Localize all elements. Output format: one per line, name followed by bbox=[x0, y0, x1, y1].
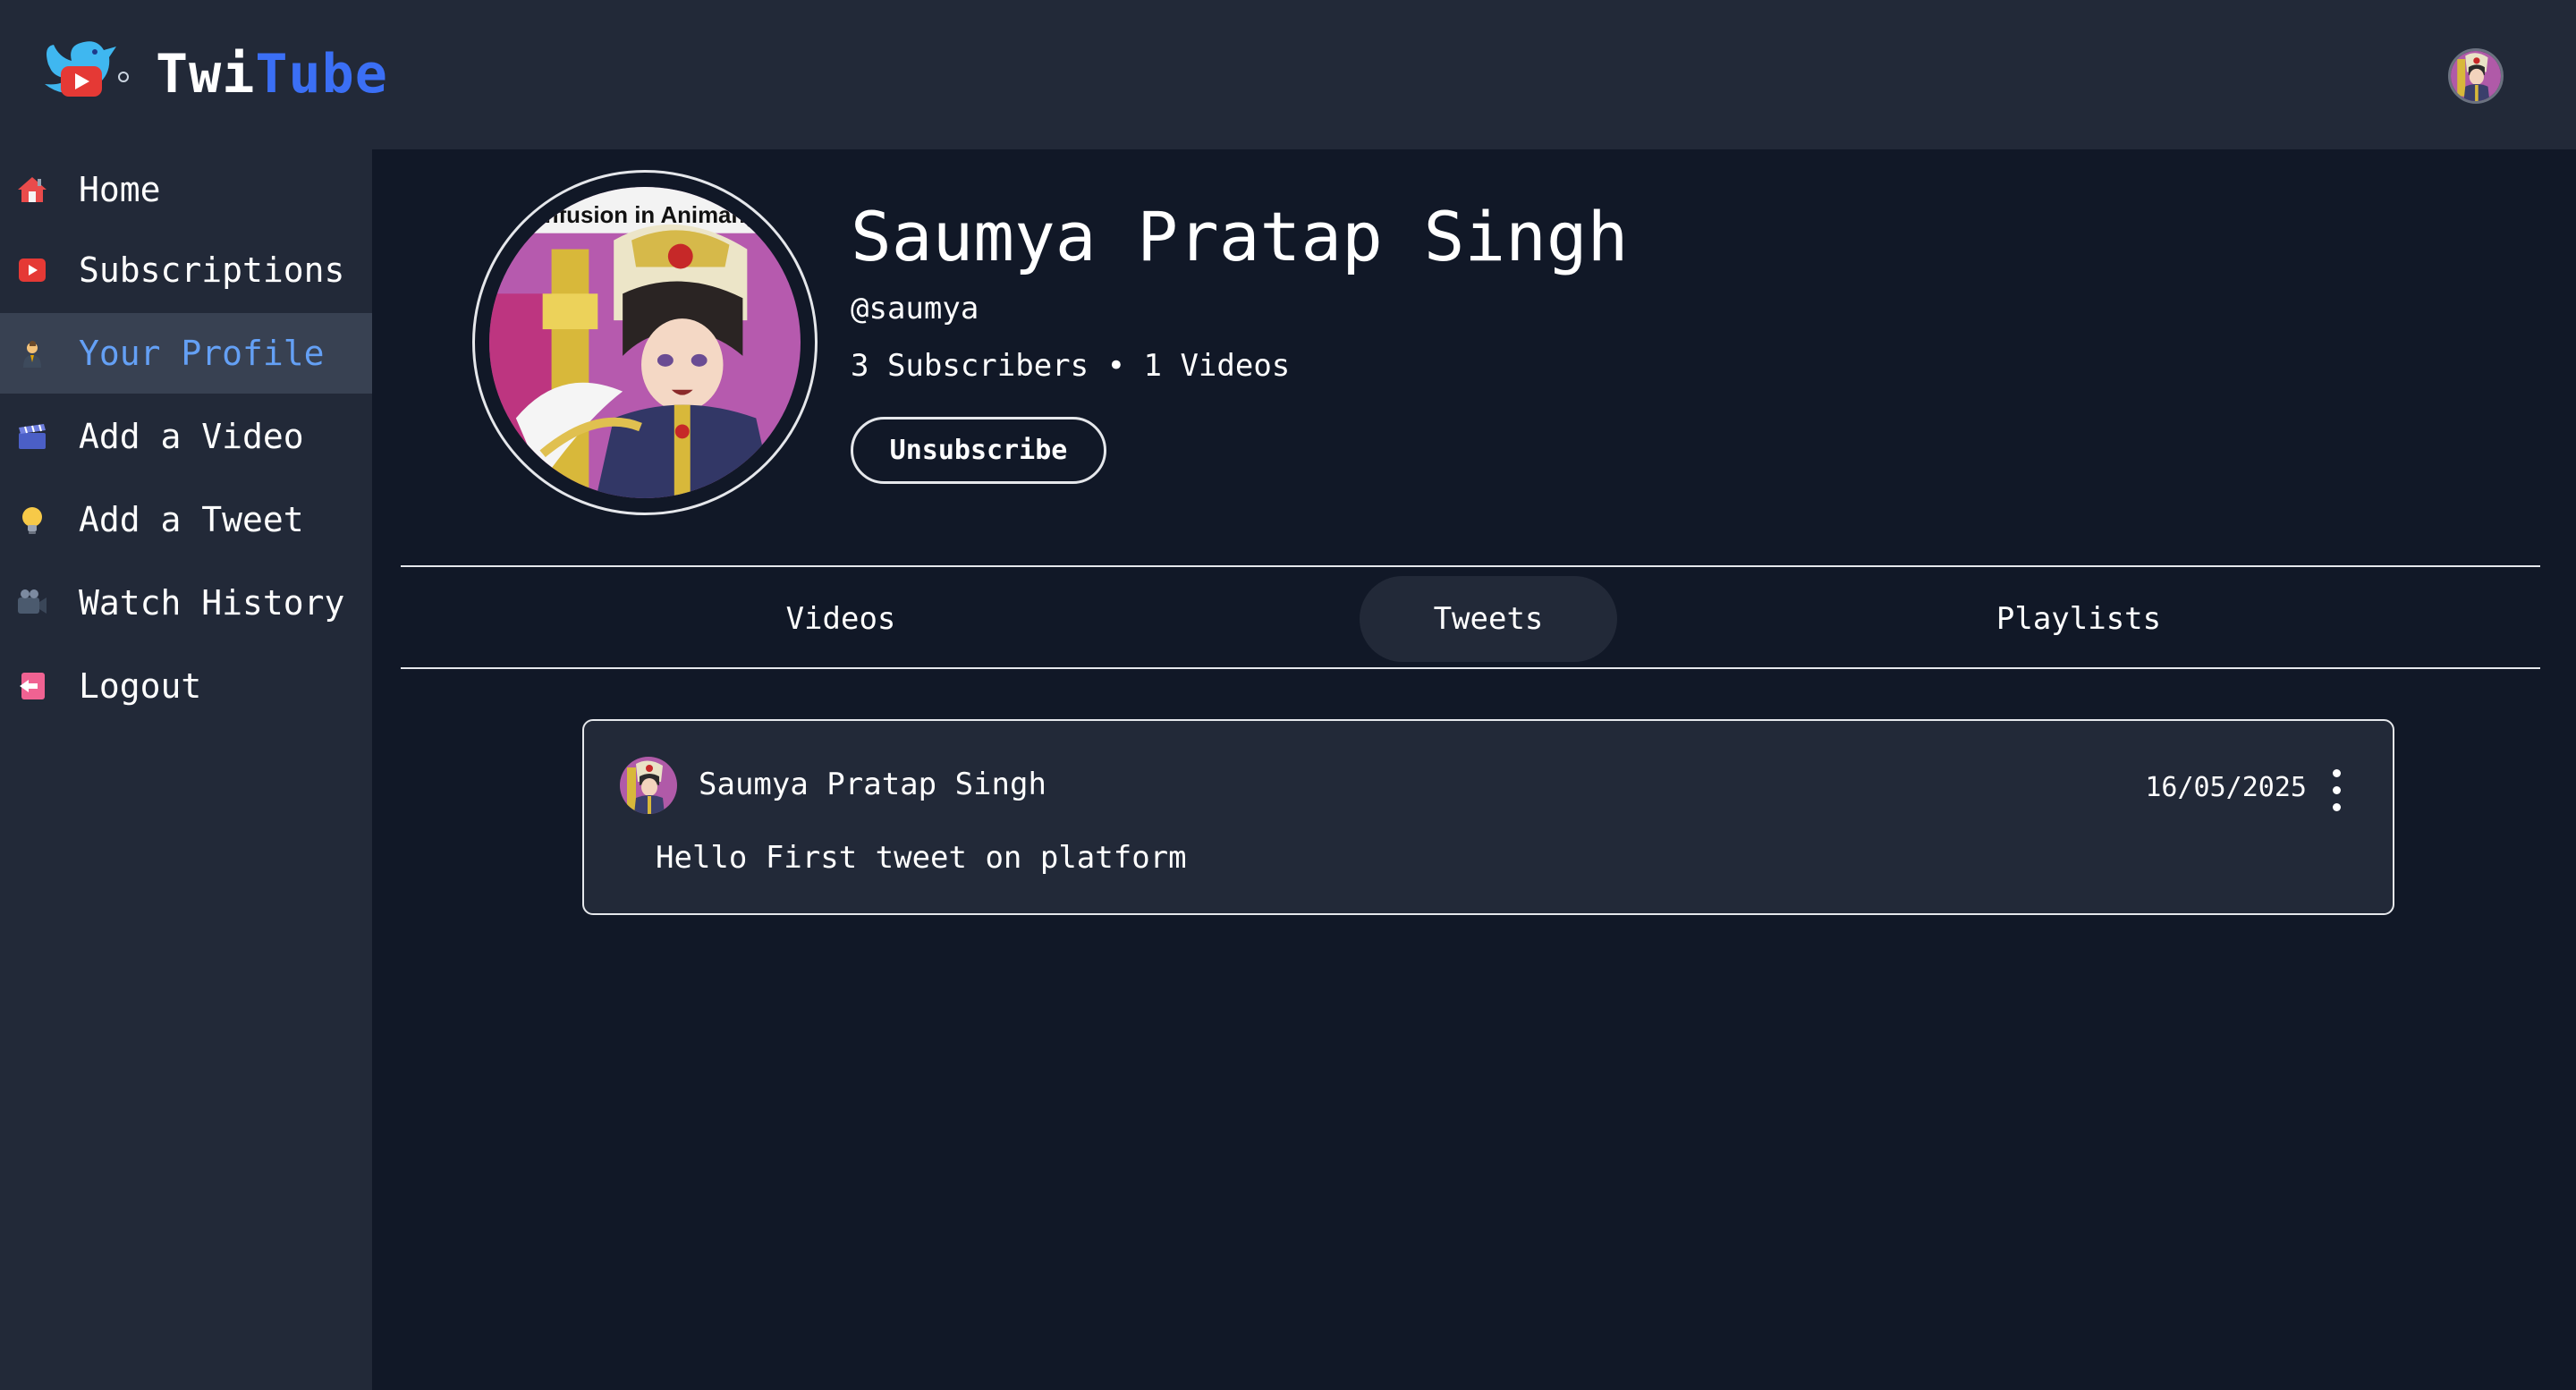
sidebar-item-your-profile[interactable]: Your Profile bbox=[0, 313, 372, 394]
svg-text:onfusion in Animang: onfusion in Animang bbox=[530, 203, 759, 228]
sidebar-item-label: Add a Video bbox=[79, 417, 304, 456]
sidebar-item-label: Subscriptions bbox=[79, 250, 345, 290]
profile-avatar: onfusion in Animang bbox=[472, 170, 818, 515]
sidebar-item-label: Logout bbox=[79, 666, 202, 706]
profile-tabs: Videos Tweets Playlists bbox=[401, 565, 2540, 669]
sidebar-item-label: Home bbox=[79, 170, 161, 209]
sidebar-item-label: Add a Tweet bbox=[79, 500, 304, 539]
profile-avatar-image: onfusion in Animang bbox=[489, 187, 801, 498]
sidebar-item-add-tweet[interactable]: Add a Tweet bbox=[0, 479, 372, 560]
profile-handle: @saumya bbox=[851, 291, 979, 326]
user-avatar[interactable] bbox=[2448, 48, 2504, 104]
tweet-author-avatar[interactable] bbox=[620, 757, 677, 814]
twitube-logo-icon[interactable] bbox=[41, 38, 131, 113]
tab-tweets[interactable]: Tweets bbox=[1360, 576, 1617, 662]
sidebar-item-subscriptions[interactable]: Subscriptions bbox=[0, 230, 372, 310]
house-icon bbox=[18, 177, 47, 202]
sidebar-item-add-video[interactable]: Add a Video bbox=[0, 396, 372, 477]
sidebar-item-logout[interactable]: Logout bbox=[0, 646, 372, 726]
brand-part-1: Twi bbox=[156, 43, 256, 106]
more-options-icon[interactable] bbox=[2328, 769, 2346, 812]
profile-name: Saumya Pratap Singh bbox=[851, 197, 1629, 276]
tweet-author-name: Saumya Pratap Singh bbox=[699, 767, 1046, 802]
play-icon bbox=[19, 259, 46, 282]
brand-part-2: Tube bbox=[255, 43, 388, 106]
sidebar-item-label: Your Profile bbox=[79, 334, 325, 373]
logout-icon bbox=[20, 673, 45, 699]
tweet-text: Hello First tweet on platform bbox=[656, 840, 1187, 876]
tweet-card: Saumya Pratap Singh 16/05/2025 Hello Fir… bbox=[582, 719, 2394, 915]
tab-playlists[interactable]: Playlists bbox=[1962, 576, 2195, 662]
sidebar-item-watch-history[interactable]: Watch History bbox=[0, 563, 372, 643]
sidebar: Home Subscriptions Your Profile Add a Vi… bbox=[0, 149, 372, 1390]
unsubscribe-button[interactable]: Unsubscribe bbox=[851, 417, 1106, 484]
person-icon bbox=[23, 341, 41, 368]
lightbulb-icon bbox=[22, 507, 42, 534]
tab-videos[interactable]: Videos bbox=[737, 576, 945, 662]
tweet-date: 16/05/2025 bbox=[2145, 772, 2307, 803]
clapperboard-icon bbox=[19, 424, 46, 449]
sidebar-item-home[interactable]: Home bbox=[0, 149, 372, 230]
video-camera-icon bbox=[18, 589, 47, 614]
profile-stats: 3 Subscribers • 1 Videos bbox=[851, 348, 1291, 384]
brand-title[interactable]: TwiTube bbox=[156, 43, 388, 106]
top-bar: TwiTube bbox=[0, 0, 2576, 149]
sidebar-item-label: Watch History bbox=[79, 583, 345, 623]
